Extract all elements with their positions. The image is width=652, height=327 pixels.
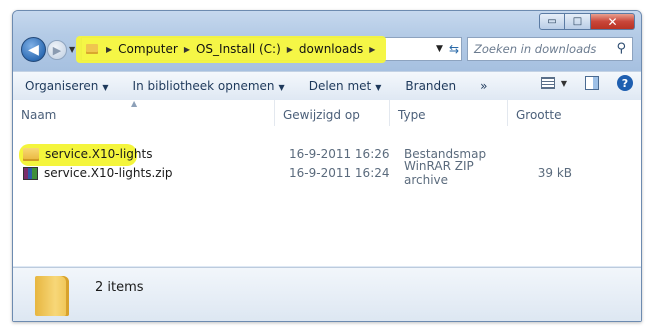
forward-button[interactable]: ▶ [47, 40, 67, 60]
sort-ascending-icon: ▲ [131, 99, 138, 108]
item-count: 2 items [95, 280, 144, 295]
refresh-icon[interactable]: ⇆ [449, 42, 459, 56]
change-view-button[interactable]: ▼ [540, 77, 567, 89]
details-view-icon [540, 77, 555, 89]
search-input[interactable]: Zoeken in downloads ⚲ [467, 37, 633, 61]
breadcrumb-item-computer[interactable]: Computer [118, 42, 178, 56]
share-with-button[interactable]: Delen met ▼ [309, 79, 382, 93]
folder-icon [86, 44, 98, 54]
maximize-button[interactable]: □ [565, 13, 591, 30]
folder-icon [23, 147, 39, 161]
caption-buttons: ▭ □ ✕ [539, 13, 635, 30]
breadcrumb-item-downloads[interactable]: downloads [299, 42, 363, 56]
address-bar[interactable]: ▶ Computer ▶ OS_Install (C:) ▶ downloads… [76, 36, 462, 63]
chevron-right-icon[interactable]: ▶ [287, 45, 293, 54]
preview-pane-icon[interactable] [585, 76, 599, 90]
column-header-size[interactable]: Grootte [508, 100, 588, 126]
breadcrumb: ▶ Computer ▶ OS_Install (C:) ▶ downloads… [82, 42, 381, 56]
more-commands-button[interactable]: » [480, 79, 487, 93]
minimize-button[interactable]: ▭ [539, 13, 565, 30]
file-name-cell: service.X10-lights.zip [13, 166, 275, 180]
organize-button[interactable]: Organiseren ▼ [25, 79, 109, 93]
recent-pages-dropdown-icon[interactable]: ▼ [69, 45, 75, 54]
help-icon[interactable]: ? [617, 75, 633, 91]
column-header-label: Naam [21, 108, 57, 122]
file-modified: 16-9-2011 16:24 [289, 166, 390, 180]
chevron-right-icon[interactable]: ▶ [106, 45, 112, 54]
back-button[interactable]: ◀ [21, 37, 46, 62]
chevron-down-icon: ▼ [102, 83, 109, 92]
view-controls: ▼ ? [540, 75, 633, 91]
chevron-right-icon[interactable]: ▶ [184, 45, 190, 54]
file-type: WinRAR ZIP archive [404, 159, 474, 187]
address-controls: ▼ ⇆ [436, 38, 459, 60]
chevron-down-icon: ▼ [560, 78, 567, 88]
title-bar: ▭ □ ✕ ◀ ▶ ▼ ▶ Computer ▶ OS_Install (C:)… [13, 11, 641, 71]
chevron-down-icon: ▼ [375, 83, 382, 92]
organize-label: Organiseren [25, 79, 99, 93]
file-list: ▲ Naam Gewijzigd op Type Grootte service… [13, 99, 641, 266]
winrar-archive-icon [23, 166, 38, 180]
include-in-library-label: In bibliotheek opnemen [132, 79, 275, 93]
share-with-label: Delen met [308, 79, 372, 93]
file-modified: 16-9-2011 16:26 [289, 147, 390, 161]
file-name: service.X10-lights [45, 147, 153, 161]
list-item[interactable]: service.X10-lights 16-9-2011 16:26 Besta… [13, 144, 641, 166]
column-header-type[interactable]: Type [390, 100, 508, 126]
include-in-library-button[interactable]: In bibliotheek opnemen ▼ [133, 79, 285, 93]
list-item[interactable]: service.X10-lights.zip 16-9-2011 16:24 W… [13, 159, 641, 187]
column-header-row: ▲ Naam Gewijzigd op Type Grootte [13, 99, 641, 126]
burn-button[interactable]: Branden [405, 79, 456, 93]
search-icon[interactable]: ⚲ [616, 41, 626, 56]
column-header-modified[interactable]: Gewijzigd op [275, 100, 390, 126]
chevron-right-icon[interactable]: ▶ [369, 45, 375, 54]
file-size: 39 kB [537, 166, 572, 180]
file-name: service.X10-lights.zip [44, 166, 173, 180]
command-bar: Organiseren ▼ In bibliotheek opnemen ▼ Del… [13, 71, 641, 101]
chevron-down-icon: ▼ [278, 83, 285, 92]
search-placeholder: Zoeken in downloads [474, 42, 597, 56]
address-history-dropdown-icon[interactable]: ▼ [436, 44, 443, 54]
folder-icon [35, 276, 69, 316]
details-pane: 2 items [13, 267, 641, 321]
close-button[interactable]: ✕ [591, 13, 635, 30]
file-name-cell: service.X10-lights [13, 144, 275, 166]
breadcrumb-item-drive[interactable]: OS_Install (C:) [196, 42, 281, 56]
navigation-bar: ◀ ▶ ▼ ▶ Computer ▶ OS_Install (C:) ▶ dow… [19, 36, 633, 63]
explorer-window: ▭ □ ✕ ◀ ▶ ▼ ▶ Computer ▶ OS_Install (C:)… [12, 10, 642, 322]
column-header-name[interactable]: ▲ Naam [13, 99, 275, 126]
